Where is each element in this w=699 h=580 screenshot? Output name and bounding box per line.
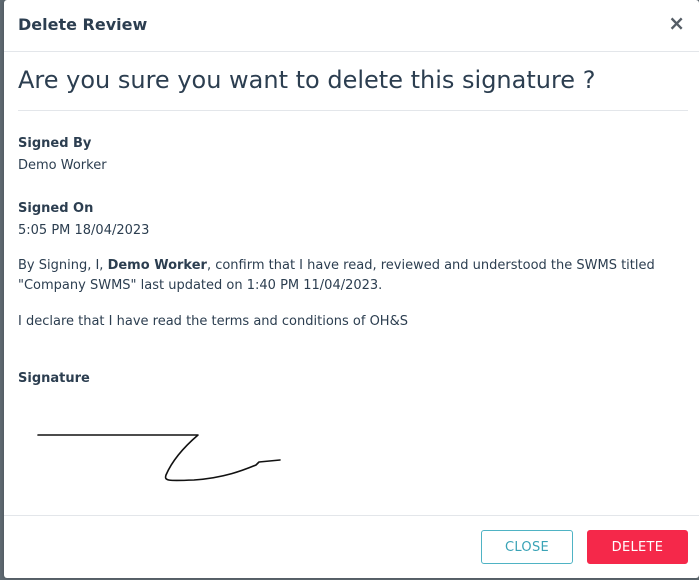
declaration-statement: I declare that I have read the terms and… <box>18 314 408 329</box>
dialog-header: Delete Review × <box>4 0 699 52</box>
signed-by-label: Signed By <box>18 136 92 151</box>
signature-label: Signature <box>18 371 90 386</box>
close-icon[interactable]: × <box>668 12 685 34</box>
delete-review-dialog: Delete Review × Are you sure you want to… <box>4 0 699 578</box>
signature-image <box>37 434 281 482</box>
close-button[interactable]: CLOSE <box>481 530 573 564</box>
signed-on-label: Signed On <box>18 201 94 216</box>
divider <box>18 110 688 111</box>
confirmation-name: Demo Worker <box>107 258 207 273</box>
confirmation-question: Are you sure you want to delete this sig… <box>18 66 596 94</box>
dialog-title: Delete Review <box>18 15 148 34</box>
confirmation-statement: By Signing, I, Demo Worker, confirm that… <box>18 256 678 296</box>
confirmation-prefix: By Signing, I, <box>18 258 108 273</box>
footer-divider <box>4 515 699 516</box>
delete-button[interactable]: DELETE <box>587 530 688 564</box>
signed-by-value: Demo Worker <box>18 158 107 173</box>
signed-on-value: 5:05 PM 18/04/2023 <box>18 223 150 238</box>
